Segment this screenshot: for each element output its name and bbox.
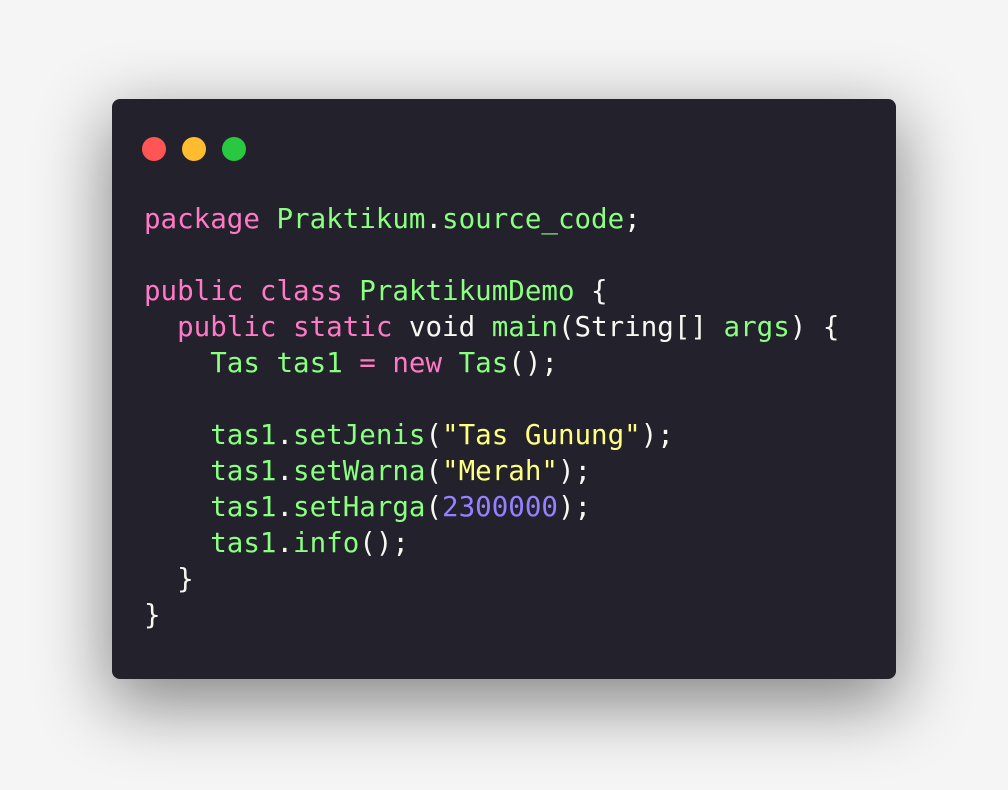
code-token-keyword: public [177,311,277,343]
close-icon[interactable] [142,137,166,161]
code-token-identifier: setJenis [293,419,426,451]
code-line: Tas tas1 = new Tas(); [144,345,839,381]
code-token-keyword: public [144,275,244,307]
code-line: } [144,561,839,597]
code-line: public static void main(String[] args) { [144,309,839,345]
code-line: tas1.setWarna("Merah"); [144,453,839,489]
code-line: public class PraktikumDemo { [144,273,839,309]
code-token-identifier: tas1 [210,527,277,559]
code-token-identifier: Tas [458,347,509,379]
code-token-identifier: Praktikum [276,203,426,235]
code-token-identifier: setHarga [293,491,426,523]
code-token-string: "Merah" [442,455,558,487]
code-token-plain: . [276,455,294,487]
code-token-identifier: Tas tas1 [210,347,343,379]
code-token-plain: . [276,419,294,451]
code-token-identifier: tas1 [210,455,277,487]
code-token-identifier: PraktikumDemo [359,275,575,307]
code-token-identifier: tas1 [210,419,277,451]
code-token-plain: (); [359,527,409,559]
code-token-plain: } [144,563,194,595]
code-line: tas1.setJenis("Tas Gunung"); [144,417,839,453]
code-token-plain: ) { [789,311,840,343]
code-token-number: 2300000 [442,491,558,523]
code-line: tas1.setHarga(2300000); [144,489,839,525]
code-token-plain: (String[] [557,311,724,343]
code-token-plain: ( [425,419,443,451]
code-token-keyword: new [392,347,443,379]
code-token-plain: ; [624,203,641,235]
code-token-plain: ( [425,491,443,523]
maximize-icon[interactable] [222,137,246,161]
code-token-keyword: static [293,311,393,343]
code-token-plain: { [574,275,608,307]
code-line: tas1.info(); [144,525,839,561]
code-token-identifier: setWarna [293,455,426,487]
code-token-plain: (); [508,347,558,379]
code-block: package Praktikum.source_code; public cla… [144,201,839,633]
code-token-keyword: = [359,347,376,379]
code-token-plain: ( [425,455,443,487]
code-token-plain: . [425,203,443,235]
code-token-plain: ); [640,419,674,451]
code-line: } [144,597,839,633]
code-token-string: "Tas Gunung" [442,419,641,451]
code-window: package Praktikum.source_code; public cla… [112,99,896,679]
minimize-icon[interactable] [182,137,206,161]
code-token-keyword: class [259,275,343,307]
code-token-keyword: package [144,203,260,235]
code-token-plain: . [276,527,294,559]
code-token-identifier: info [293,527,360,559]
code-token-identifier: main [491,311,558,343]
code-token-plain: ); [557,455,592,487]
code-token-plain: . [276,491,294,523]
code-token-plain: ); [557,491,592,523]
code-token-identifier: args [723,311,790,343]
code-token-plain: } [144,599,161,631]
code-line: package Praktikum.source_code; [144,201,839,237]
code-token-plain: void [392,311,492,343]
code-token-identifier: source_code [442,203,625,235]
code-token-identifier: tas1 [210,491,277,523]
